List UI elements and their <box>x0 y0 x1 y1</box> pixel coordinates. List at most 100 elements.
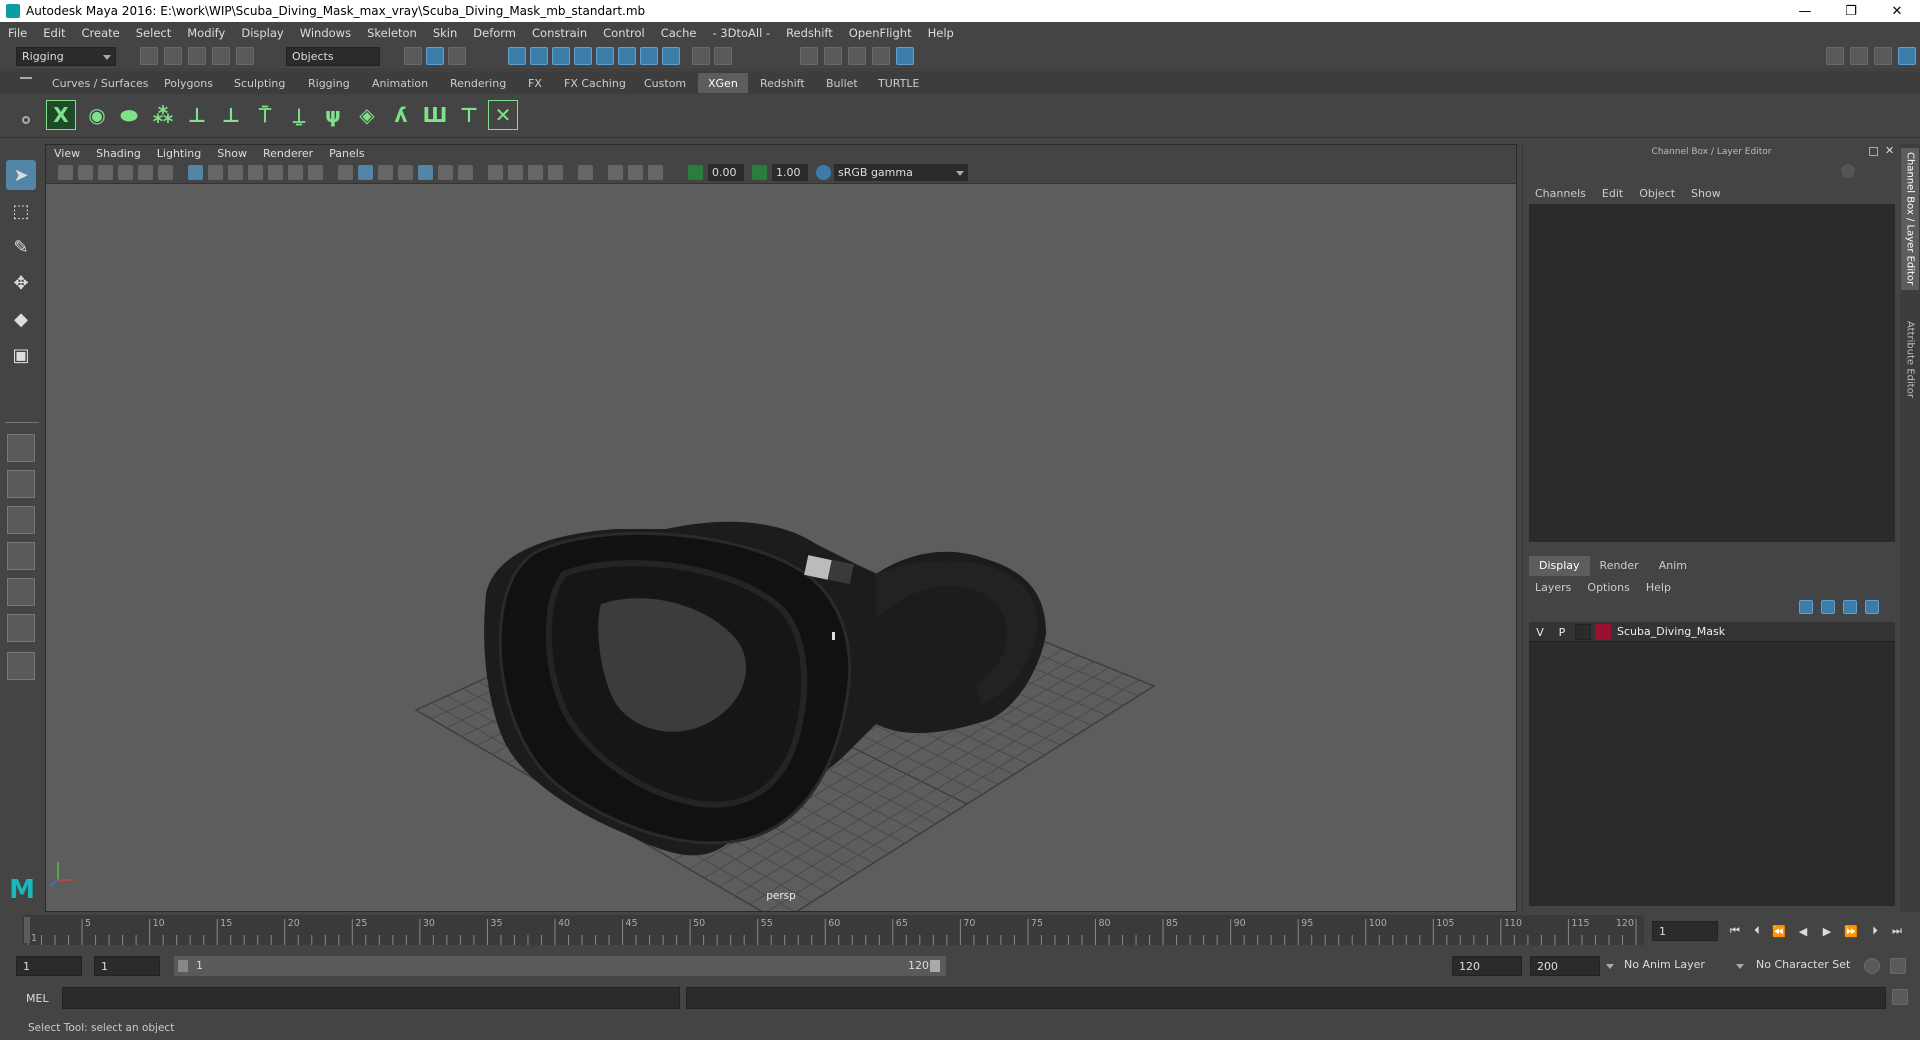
ambient-occlusion-icon[interactable] <box>488 165 503 180</box>
character-set-dropdown[interactable]: No Character Set <box>1756 958 1850 971</box>
command-language-label[interactable]: MEL <box>26 992 49 1005</box>
maximize-button[interactable]: ❐ <box>1828 0 1874 22</box>
snap-live-icon[interactable] <box>596 47 614 65</box>
gate-mask-icon[interactable] <box>248 165 263 180</box>
snap-grid-icon[interactable] <box>508 47 526 65</box>
snap-curve-icon[interactable] <box>530 47 548 65</box>
menu-3dtoall[interactable]: - 3DtoAll - <box>704 26 778 40</box>
xgen-add-guide-icon[interactable]: ⊥ <box>216 100 246 130</box>
range-end-handle[interactable] <box>930 960 940 972</box>
new-layer-selected-icon[interactable] <box>1865 600 1879 614</box>
scuba-mask-model[interactable] <box>484 521 1046 856</box>
anim-end-field[interactable]: 200 <box>1530 956 1600 976</box>
anim-layer-dropdown[interactable]: No Anim Layer <box>1624 958 1705 971</box>
grid-icon[interactable] <box>188 165 203 180</box>
layer-color-swatch[interactable] <box>1595 624 1611 640</box>
menu-deform[interactable]: Deform <box>465 26 524 40</box>
rotate-tool-icon[interactable]: ◆ <box>6 304 36 334</box>
layer-visibility-toggle[interactable]: V <box>1531 623 1549 641</box>
menu-constrain[interactable]: Constrain <box>524 26 595 40</box>
workspace-icon[interactable] <box>1826 47 1844 65</box>
snap-point-icon[interactable] <box>552 47 570 65</box>
side-tab-channel-box[interactable]: Channel Box / Layer Editor <box>1901 148 1919 290</box>
xgen-layers-icon[interactable]: ◈ <box>352 100 382 130</box>
shelf-tab-bullet[interactable]: Bullet <box>816 73 868 93</box>
menu-skeleton[interactable]: Skeleton <box>359 26 425 40</box>
snap-question-icon[interactable] <box>662 47 680 65</box>
new-empty-layer-icon[interactable] <box>1843 600 1857 614</box>
xgen-eye-icon[interactable]: ◉ <box>82 100 112 130</box>
vp-menu-renderer[interactable]: Renderer <box>255 147 321 160</box>
start-time-field[interactable]: 1 <box>16 956 82 976</box>
play-backwards-icon[interactable]: ◀ <box>1796 924 1810 938</box>
side-tab-attribute-editor[interactable]: Attribute Editor <box>1901 304 1919 414</box>
input-output-icon[interactable] <box>714 47 732 65</box>
layer-tab-anim[interactable]: Anim <box>1649 556 1697 576</box>
step-forward-frame-icon[interactable]: ⏵ <box>1868 924 1882 938</box>
layer-menu-options[interactable]: Options <box>1579 581 1637 594</box>
close-panel-icon[interactable]: ✕ <box>1885 144 1894 157</box>
render-view-icon[interactable] <box>800 47 818 65</box>
shelf-tab-polygons[interactable]: Polygons <box>154 73 223 93</box>
open-scene-icon[interactable] <box>164 47 182 65</box>
gamma-field[interactable]: 1.00 <box>772 164 808 181</box>
layer-menu-layers[interactable]: Layers <box>1523 581 1579 594</box>
cb-menu-object[interactable]: Object <box>1631 187 1683 200</box>
redo-icon[interactable] <box>236 47 254 65</box>
cb-menu-show[interactable]: Show <box>1683 187 1729 200</box>
safe-title-icon[interactable] <box>308 165 323 180</box>
scale-tool-icon[interactable]: ▣ <box>6 340 36 370</box>
layer-row[interactable]: V P Scuba_Diving_Mask <box>1529 622 1895 642</box>
anim-layer-caret[interactable] <box>1604 956 1618 976</box>
shelf-tab-fx[interactable]: FX <box>518 73 552 93</box>
shelf-tab-fx-caching[interactable]: FX Caching <box>554 73 636 93</box>
smooth-shade-icon[interactable] <box>358 165 373 180</box>
command-input[interactable] <box>62 987 680 1009</box>
lasso-tool-icon[interactable]: ⬚ <box>6 196 36 226</box>
current-frame-field[interactable]: 1 <box>1652 921 1718 941</box>
menu-set-dropdown[interactable]: Rigging <box>16 47 116 66</box>
view-transform-dropdown[interactable]: sRGB gamma <box>834 164 968 181</box>
film-gate-icon[interactable] <box>208 165 223 180</box>
image-plane-icon[interactable] <box>118 165 133 180</box>
motion-blur-icon[interactable] <box>508 165 523 180</box>
menu-create[interactable]: Create <box>74 26 128 40</box>
step-back-key-icon[interactable]: ⏪ <box>1772 924 1786 938</box>
viewport-scene[interactable]: persp <box>46 184 1516 911</box>
menu-modify[interactable]: Modify <box>179 26 233 40</box>
menu-cache[interactable]: Cache <box>653 26 705 40</box>
auto-key-icon[interactable] <box>1864 958 1880 974</box>
go-to-start-icon[interactable]: ⏮ <box>1728 924 1742 938</box>
channel-list[interactable] <box>1529 204 1895 542</box>
render-settings-icon[interactable] <box>872 47 890 65</box>
shelf-tab-curves-surfaces[interactable]: Curves / Surfaces <box>42 73 159 93</box>
toggle-attribute-editor-icon[interactable] <box>1850 47 1868 65</box>
hypershade-icon[interactable] <box>896 47 914 65</box>
xgen-primitive-icon[interactable]: ⁂ <box>148 100 178 130</box>
select-hierarchy-icon[interactable] <box>404 47 422 65</box>
ipr-render-icon[interactable] <box>848 47 866 65</box>
camera-attributes-icon[interactable] <box>78 165 93 180</box>
menu-windows[interactable]: Windows <box>292 26 359 40</box>
float-panel-icon[interactable] <box>1869 147 1878 156</box>
menu-openflight[interactable]: OpenFlight <box>841 26 920 40</box>
persp-graph-layout-icon[interactable] <box>7 542 35 570</box>
paint-select-tool-icon[interactable]: ✎ <box>6 232 36 262</box>
color-management-icon[interactable] <box>816 165 831 180</box>
persp-hypershade-layout-icon[interactable] <box>7 614 35 642</box>
move-layer-up-icon[interactable] <box>1799 600 1813 614</box>
time-ruler[interactable]: 1 5 10 15 20 25 30 35 40 45 50 55 60 65 70 75 80 85 90 95 10… <box>22 915 1644 945</box>
bookmark-icon[interactable] <box>98 165 113 180</box>
xgen-convert-icon[interactable]: ✕ <box>488 100 518 130</box>
current-time-marker[interactable] <box>24 917 30 943</box>
xgen-sculpt-guide-icon[interactable]: ⍑ <box>250 100 280 130</box>
xgen-guide-icon[interactable]: ⊥ <box>182 100 212 130</box>
snap-view-plane-icon[interactable] <box>574 47 592 65</box>
menu-select[interactable]: Select <box>128 26 179 40</box>
shelf-menu-icon[interactable] <box>20 77 32 79</box>
select-object-icon[interactable] <box>426 47 444 65</box>
close-button[interactable]: ✕ <box>1874 0 1920 22</box>
layer-menu-help[interactable]: Help <box>1638 581 1679 594</box>
shelf-settings-icon[interactable] <box>22 116 30 124</box>
exposure-field[interactable]: 0.00 <box>708 164 744 181</box>
